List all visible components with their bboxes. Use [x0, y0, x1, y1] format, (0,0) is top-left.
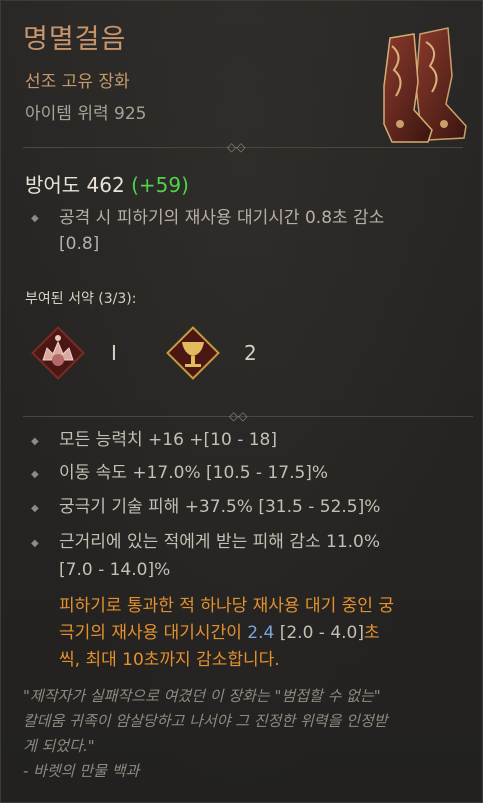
affix-4: 근거리에 있는 적에게 받는 피해 감소 11.0% [59, 532, 381, 552]
flavor-line-2: 칼데움 귀족이 암살당하고 나서야 그 진정한 위력을 인정받 [23, 712, 388, 730]
chalice-rune-icon [166, 326, 220, 380]
boots-icon [383, 27, 467, 143]
crown-rune-icon [31, 326, 85, 380]
affix-2: 이동 속도 +17.0% [10.5 - 17.5]% [59, 463, 329, 483]
header-divider: ◇◇ [23, 140, 463, 154]
affix-divider: ◇◇ [23, 409, 473, 423]
unique-line-1: 피하기로 통과한 적 하나당 재사용 대기 중인 궁 [59, 596, 394, 616]
unique-line-3: 씩, 최대 10초까지 감소합니다. [59, 650, 280, 670]
rune-label-1: I [111, 341, 117, 365]
unique-value: 2.4 [247, 623, 275, 643]
unique-line-2-end: 초 [364, 623, 380, 643]
rune-label-2: 2 [244, 341, 257, 365]
item-tooltip: 명멸걸음 선조 고유 장화 아이템 위력 925 ◇◇ 방어도 462 (+59… [0, 0, 483, 803]
flavor-line-1: "제작자가 실패작으로 여겼던 이 장화는 "범접할 수 없는" [23, 687, 381, 705]
unique-line-2-text: 극기의 재사용 대기시간이 [59, 623, 248, 643]
diamond-bullet-icon: ◆ [31, 213, 39, 224]
unique-line-2: 극기의 재사용 대기시간이 2.4 [2.0 - 4.0]초 [59, 620, 469, 647]
item-power: 아이템 위력 925 [25, 104, 147, 124]
affix-3: 궁극기 기술 피해 +37.5% [31.5 - 52.5]% [59, 497, 381, 517]
aspects-title: 부여된 서약 (3/3): [25, 291, 137, 307]
flavor-text: "제작자가 실패작으로 여겼던 이 장화는 "범접할 수 없는" 칼데움 귀족이… [23, 684, 468, 784]
diamond-bullet-icon: ◆ [31, 503, 39, 514]
implicit-range: [0.8] [59, 234, 100, 254]
diamond-bullet-icon: ◆ [31, 469, 39, 480]
unique-range: [2.0 - 4.0] [274, 623, 364, 643]
armor-label: 방어도 462 [25, 173, 125, 197]
item-rarity: 선조 고유 장화 [25, 72, 130, 92]
diamond-bullet-icon: ◆ [31, 436, 39, 447]
flavor-line-3: 게 되었다." [23, 737, 95, 755]
armor-value: 방어도 462 (+59) [25, 169, 189, 198]
item-name: 명멸걸음 [23, 24, 127, 55]
affix-1: 모든 능력치 +16 +[10 - 18] [59, 430, 278, 450]
unique-power: 피하기로 통과한 적 하나당 재사용 대기 중인 궁 극기의 재사용 대기시간이… [59, 593, 469, 674]
affix-4-range: [7.0 - 14.0]% [59, 560, 171, 580]
armor-bonus: (+59) [131, 173, 189, 197]
diamond-bullet-icon: ◆ [31, 538, 39, 549]
flavor-source: - 바렛의 만물 백과 [23, 762, 140, 780]
implicit-affix: 공격 시 피하기의 재사용 대기시간 0.8초 감소 [59, 208, 385, 228]
